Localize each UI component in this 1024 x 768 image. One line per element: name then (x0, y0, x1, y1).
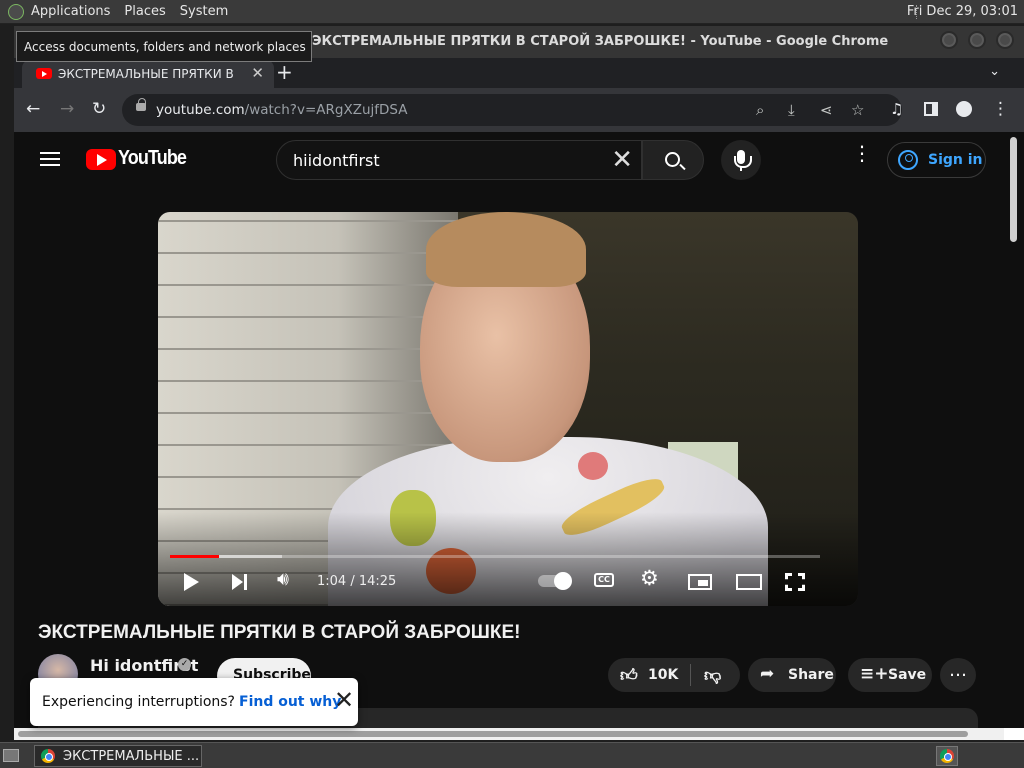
system-menu[interactable]: System (173, 0, 235, 24)
autoplay-toggle[interactable] (538, 572, 572, 590)
like-dislike-group: 👍︎ 10K 👎︎ (608, 658, 740, 692)
youtube-page: YouTube hiidontfirst ✕ ⋮ Sign in 🔊︎ 1:04… (14, 132, 1024, 740)
voice-search-button[interactable] (721, 140, 761, 180)
close-window-button[interactable] (996, 31, 1014, 49)
window-title: ЭКСТРЕМАЛЬНЫЕ ПРЯТКИ В СТАРОЙ ЗАБРОШКЕ! … (312, 34, 889, 49)
address-bar[interactable]: youtube.com/watch?v=ARgXZujfDSA ⌕ ⤓ ⋖ ☆ (122, 94, 902, 126)
tray-chrome-icon[interactable] (936, 746, 958, 766)
forward-icon[interactable]: → (60, 100, 74, 118)
search-button[interactable] (642, 140, 704, 180)
gnome-foot-icon[interactable] (8, 3, 24, 20)
toast-message: Experiencing interruptions? (42, 694, 235, 710)
scrollbar-thumb[interactable] (1010, 137, 1017, 242)
volume-icon[interactable]: 🔊︎ (277, 568, 289, 590)
shirt-print (578, 452, 608, 480)
taskbar-window-label: ЭКСТРЕМАЛЬНЫЕ ... (63, 749, 200, 764)
hscroll-thumb[interactable] (18, 731, 968, 737)
save-button[interactable]: ≡+ Save (848, 658, 932, 692)
chrome-icon (41, 749, 55, 763)
search-query[interactable]: hiidontfirst (293, 151, 380, 170)
sign-in-button[interactable]: Sign in (887, 142, 986, 178)
video-player[interactable]: 🔊︎ 1:04 / 14:25 CC ⚙ (158, 212, 858, 606)
reload-icon[interactable]: ↻ (92, 100, 106, 118)
settings-kebab-icon[interactable]: ⋮ (852, 143, 872, 163)
save-label: Save (888, 667, 927, 683)
vertical-scrollbar[interactable] (1004, 132, 1024, 740)
share-icon[interactable]: ⋖ (820, 101, 833, 119)
clock[interactable]: Fri Dec 29, 03:01 (907, 0, 1018, 24)
taskbar-chrome-window[interactable]: ЭКСТРЕМАЛЬНЫЕ ... (34, 745, 202, 767)
bottom-panel: ЭКСТРЕМАЛЬНЫЕ ... (0, 742, 1024, 768)
minimize-button[interactable] (940, 31, 958, 49)
share-arrow-icon: ➦ (760, 664, 775, 684)
youtube-favicon-icon (36, 68, 52, 79)
profile-icon[interactable] (956, 101, 972, 117)
share-button[interactable]: ➦ Share (748, 658, 836, 692)
new-tab-icon[interactable]: + (276, 60, 293, 84)
clear-search-icon[interactable]: ✕ (611, 145, 633, 175)
places-menu[interactable]: Places (117, 0, 172, 24)
zoom-search-icon[interactable]: ⌕ (756, 101, 764, 119)
applications-menu[interactable]: Applications (24, 0, 117, 24)
microphone-icon (734, 150, 752, 171)
thumbs-down-icon[interactable]: 👎︎ (704, 665, 721, 686)
show-desktop-icon[interactable] (3, 749, 19, 762)
bookmark-star-icon[interactable]: ☆ (851, 101, 864, 119)
like-count[interactable]: 10K (648, 667, 678, 683)
miniplayer-icon[interactable] (688, 574, 712, 590)
playlist-add-icon: ≡+ (860, 664, 889, 684)
video-time: 1:04 / 14:25 (317, 574, 397, 589)
side-panel-icon[interactable] (924, 102, 938, 116)
lock-icon[interactable] (136, 98, 146, 111)
theater-mode-icon[interactable] (736, 574, 762, 590)
next-bar-icon (244, 574, 247, 590)
tab-search-chevron-icon[interactable]: ⌄ (989, 64, 1000, 79)
sign-in-label: Sign in (928, 152, 983, 168)
back-icon[interactable]: ← (26, 100, 40, 118)
next-icon[interactable] (232, 574, 243, 590)
install-icon[interactable]: ⤓ (788, 101, 795, 119)
horizontal-scrollbar[interactable] (14, 728, 1004, 740)
thumbs-up-icon[interactable]: 👍︎ (620, 665, 638, 686)
find-out-why-link[interactable]: Find out why (239, 694, 341, 710)
like-divider (690, 664, 691, 686)
media-control-icon[interactable]: ♫ (890, 100, 903, 118)
tab-title: ЭКСТРЕМАЛЬНЫЕ ПРЯТКИ В СТАРОЙ ЗАБРОШКЕ! (58, 67, 238, 81)
chrome-menu-icon[interactable]: ⋮ (992, 100, 1009, 118)
played-bar (170, 555, 219, 558)
controls-gradient (158, 512, 858, 606)
youtube-wordmark[interactable]: YouTube (118, 147, 187, 170)
search-icon (665, 152, 680, 167)
toast-close-icon[interactable]: ✕ (334, 686, 356, 714)
tab-close-icon[interactable]: ✕ (251, 64, 264, 82)
search-input[interactable]: hiidontfirst ✕ (276, 140, 642, 180)
url-text[interactable]: youtube.com/watch?v=ARgXZujfDSA (156, 102, 407, 118)
account-icon (898, 150, 918, 170)
places-tooltip: Access documents, folders and network pl… (16, 31, 312, 62)
scroll-corner (1004, 728, 1024, 740)
top-panel: Applications Places System Fri Dec 29, 0… (0, 0, 1024, 24)
browser-toolbar: ← → ↻ youtube.com/watch?v=ARgXZujfDSA ⌕ … (14, 88, 1024, 132)
settings-gear-icon[interactable]: ⚙ (640, 566, 659, 590)
hamburger-menu-icon[interactable] (40, 152, 60, 166)
maximize-button[interactable] (968, 31, 986, 49)
video-frame-hair (426, 212, 586, 287)
youtube-logo-icon[interactable] (86, 149, 116, 170)
more-actions-icon[interactable]: … (940, 658, 976, 692)
tab-strip: ЭКСТРЕМАЛЬНЫЕ ПРЯТКИ В СТАРОЙ ЗАБРОШКЕ! … (14, 58, 1024, 88)
verified-check-icon: ✓ (178, 658, 191, 671)
browser-tab[interactable]: ЭКСТРЕМАЛЬНЫЕ ПРЯТКИ В СТАРОЙ ЗАБРОШКЕ! … (22, 60, 274, 88)
share-label: Share (788, 667, 834, 683)
chrome-icon (940, 749, 954, 763)
video-title: ЭКСТРЕМАЛЬНЫЕ ПРЯТКИ В СТАРОЙ ЗАБРОШКЕ! (38, 622, 521, 643)
subtitles-cc-icon[interactable]: CC (594, 573, 614, 587)
play-icon[interactable] (184, 573, 199, 591)
progress-bar[interactable] (170, 555, 820, 558)
interruptions-toast: Experiencing interruptions? Find out why… (30, 678, 358, 726)
